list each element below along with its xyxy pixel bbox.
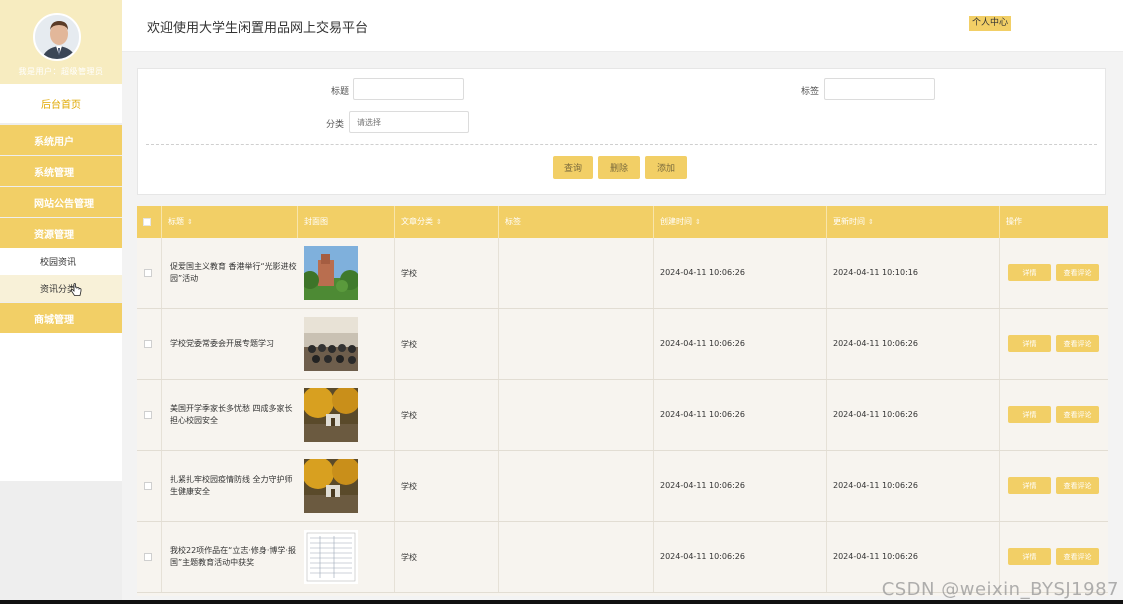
table-row: 学校党委常委会开展专题学习 学校 2024-04-11 10:06:26 202… — [137, 309, 1108, 380]
bottom-border — [0, 600, 1123, 604]
detail-button[interactable]: 详情 — [1008, 477, 1051, 494]
row-created-time: 2024-04-11 10:06:26 — [660, 410, 745, 419]
tag-label: 标签 — [801, 87, 820, 97]
row-category: 学校 — [401, 553, 417, 562]
row-title: 扎紧扎牢校园疫情防线 全力守护师生健康安全 — [170, 475, 293, 496]
cover-image — [304, 530, 358, 584]
row-updated-time: 2024-04-11 10:10:16 — [833, 268, 918, 277]
row-updated-time: 2024-04-11 10:06:26 — [833, 410, 918, 419]
sidebar-item-mall-management[interactable]: 商城管理 — [0, 303, 122, 333]
view-comments-button[interactable]: 查看评论 — [1056, 406, 1099, 423]
sort-icon: ⇕ — [436, 218, 442, 226]
sidebar-item-announcements[interactable]: 网站公告管理 — [0, 187, 122, 217]
col-header-label: 更新时间 — [833, 217, 865, 226]
row-title: 促爱国主义教育 香港举行“光影进校园”活动 — [170, 262, 297, 283]
view-comments-button[interactable]: 查看评论 — [1056, 335, 1099, 352]
select-all-checkbox[interactable] — [143, 217, 151, 226]
avatar — [33, 13, 81, 61]
news-table: 标题 ⇕ 封面图 文章分类 ⇕ 标签 创建时间 ⇕ 更新时间 ⇕ 操作 促爱国主义教育 … — [137, 206, 1108, 596]
col-header-cover: 封面图 — [298, 206, 395, 238]
sort-icon: ⇕ — [695, 218, 701, 226]
col-header-label: 标题 — [168, 217, 184, 226]
detail-button[interactable]: 详情 — [1008, 548, 1051, 565]
row-checkbox[interactable] — [144, 411, 152, 419]
title-label: 标题 — [331, 87, 350, 97]
row-updated-time: 2024-04-11 10:06:26 — [833, 552, 918, 561]
row-title: 学校党委常委会开展专题学习 — [170, 339, 274, 348]
col-header-label: 标签 — [505, 217, 521, 226]
sidebar-item-system-users[interactable]: 系统用户 — [0, 125, 122, 155]
row-category: 学校 — [401, 340, 417, 349]
select-all-cell — [137, 206, 162, 238]
add-button[interactable]: 添加 — [645, 156, 687, 179]
view-comments-button[interactable]: 查看评论 — [1056, 548, 1099, 565]
col-header-category[interactable]: 文章分类 ⇕ — [395, 206, 499, 238]
sidebar-item-resources[interactable]: 资源管理 — [0, 218, 122, 248]
row-category: 学校 — [401, 269, 417, 278]
row-updated-time: 2024-04-11 10:06:26 — [833, 339, 918, 348]
row-created-time: 2024-04-11 10:06:26 — [660, 481, 745, 490]
row-category: 学校 — [401, 411, 417, 420]
view-comments-button[interactable]: 查看评论 — [1056, 477, 1099, 494]
table-row: 扎紧扎牢校园疫情防线 全力守护师生健康安全 学校 2024-04-11 10:0… — [137, 451, 1108, 522]
view-comments-button[interactable]: 查看评论 — [1056, 264, 1099, 281]
col-header-updated[interactable]: 更新时间 ⇕ — [827, 206, 1000, 238]
col-header-label: 操作 — [1006, 217, 1022, 226]
sort-icon: ⇕ — [868, 218, 874, 226]
sidebar-subitem-news-category[interactable]: 资讯分类 — [0, 275, 122, 302]
table-row: 美国开学季家长多忧愁 四成多家长担心校园安全 学校 2024-04-11 10:… — [137, 380, 1108, 451]
cover-image — [304, 459, 358, 513]
search-panel: 标题 标签 分类 查询 删除 添加 — [137, 68, 1106, 195]
cover-image — [304, 246, 358, 300]
sidebar-filler — [0, 333, 122, 481]
sidebar-item-system-management[interactable]: 系统管理 — [0, 156, 122, 186]
divider — [146, 144, 1097, 145]
sidebar: 我是用户：超级管理员 后台首页 系统用户 系统管理 网站公告管理 资源管理 校园… — [0, 0, 122, 604]
table-header: 标题 ⇕ 封面图 文章分类 ⇕ 标签 创建时间 ⇕ 更新时间 ⇕ 操作 — [137, 206, 1108, 238]
row-checkbox[interactable] — [144, 482, 152, 490]
row-created-time: 2024-04-11 10:06:26 — [660, 339, 745, 348]
sidebar-subitem-campus-news[interactable]: 校园资讯 — [0, 248, 122, 275]
col-header-label: 创建时间 — [660, 217, 692, 226]
row-created-time: 2024-04-11 10:06:26 — [660, 552, 745, 561]
detail-button[interactable]: 详情 — [1008, 264, 1051, 281]
row-updated-time: 2024-04-11 10:06:26 — [833, 481, 918, 490]
sidebar-item-home[interactable]: 后台首页 — [0, 84, 122, 124]
row-title: 我校22项作品在“立志·修身·博学·报国”主题教育活动中获奖 — [170, 546, 296, 567]
csdn-watermark: CSDN @weixin_BYSJ1987 — [881, 579, 1119, 600]
personal-center-button[interactable]: 个人中心 — [969, 16, 1012, 31]
table-row: 促爱国主义教育 香港举行“光影进校园”活动 学校 2024-04-11 10:0… — [137, 238, 1108, 309]
detail-button[interactable]: 详情 — [1008, 406, 1051, 423]
row-checkbox[interactable] — [144, 340, 152, 348]
row-category: 学校 — [401, 482, 417, 491]
delete-button[interactable]: 删除 — [598, 156, 640, 179]
hand-cursor-icon — [70, 283, 82, 300]
col-header-title[interactable]: 标题 ⇕ — [162, 206, 298, 238]
tag-input[interactable] — [824, 78, 935, 100]
row-checkbox[interactable] — [144, 269, 152, 277]
row-title: 美国开学季家长多忧愁 四成多家长担心校园安全 — [170, 404, 293, 425]
col-header-tags: 标签 — [499, 206, 654, 238]
row-checkbox[interactable] — [144, 553, 152, 561]
user-info-text: 我是用户：超级管理员 — [18, 67, 104, 76]
col-header-label: 文章分类 — [401, 217, 433, 226]
category-label: 分类 — [326, 120, 345, 130]
query-button[interactable]: 查询 — [553, 156, 593, 179]
page-title: 欢迎使用大学生闲置用品网上交易平台 — [147, 21, 369, 36]
sidebar-user-panel: 我是用户：超级管理员 — [0, 0, 122, 84]
col-header-label: 封面图 — [304, 217, 328, 226]
col-header-actions: 操作 — [1000, 206, 1108, 238]
row-created-time: 2024-04-11 10:06:26 — [660, 268, 745, 277]
cover-image — [304, 317, 358, 371]
col-header-created[interactable]: 创建时间 ⇕ — [654, 206, 827, 238]
category-select[interactable] — [349, 111, 469, 133]
detail-button[interactable]: 详情 — [1008, 335, 1051, 352]
cover-image — [304, 388, 358, 442]
top-header: 欢迎使用大学生闲置用品网上交易平台 个人中心 — [122, 0, 1123, 52]
sort-icon: ⇕ — [187, 218, 193, 226]
title-input[interactable] — [353, 78, 464, 100]
